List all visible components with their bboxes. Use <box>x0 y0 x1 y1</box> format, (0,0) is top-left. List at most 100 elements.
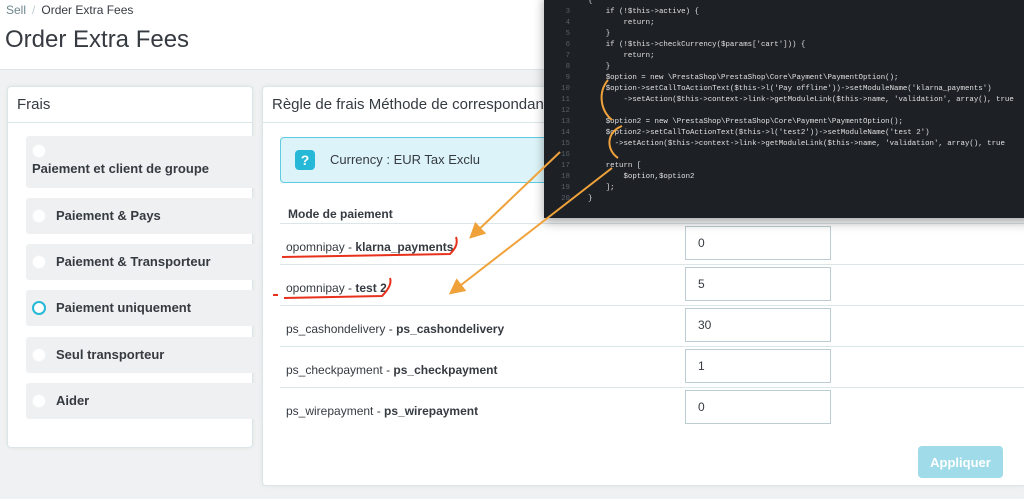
code-line: 17 return [ <box>544 161 1024 172</box>
help-icon: ? <box>295 150 315 170</box>
label-separator: - <box>373 404 385 418</box>
code-line: 9 $option = new \PrestaShop\PrestaShop\C… <box>544 73 1024 84</box>
fee-option-label: Paiement & Transporteur <box>56 254 211 269</box>
code-text: ->setAction($this->context->link->getMod… <box>588 96 1014 104</box>
fee-option-payment-group[interactable]: Paiement et client de groupe <box>26 136 264 188</box>
code-line: 14 $option2->setCallToActionText($this->… <box>544 128 1024 139</box>
fee-option-label: Aider <box>56 393 90 408</box>
table-row: opomnipay - klarna_payments <box>280 223 1024 270</box>
code-text: ->setAction($this->context->link->getMod… <box>588 140 1005 148</box>
code-text: $option2 = new \PrestaShop\PrestaShop\Co… <box>588 118 903 126</box>
payment-module-name: opomnipay <box>286 281 345 295</box>
code-line: 19 ]; <box>544 183 1024 194</box>
fee-option-payment-carrier[interactable]: Paiement & Transporteur <box>26 244 264 280</box>
breadcrumb-sell-link[interactable]: Sell <box>6 3 26 17</box>
label-separator: - <box>344 281 356 295</box>
fee-amount-input[interactable] <box>685 390 831 424</box>
code-line: 16 <box>544 150 1024 161</box>
code-text: $option = new \PrestaShop\PrestaShop\Cor… <box>588 74 899 82</box>
line-number: 8 <box>565 63 570 71</box>
label-separator: - <box>385 322 397 336</box>
fee-amount-input[interactable] <box>685 226 831 260</box>
code-line: 10 $option->setCallToActionText($this->l… <box>544 84 1024 95</box>
apply-button[interactable]: Appliquer <box>918 446 1003 478</box>
code-line: 4 return; <box>544 18 1024 29</box>
code-line: 18 $option,$option2 <box>544 172 1024 183</box>
line-number: 9 <box>565 74 570 82</box>
radio-selected-icon[interactable] <box>32 301 46 315</box>
table-row: ps_checkpayment - ps_checkpayment <box>280 346 1024 393</box>
line-number: 20 <box>561 195 570 203</box>
breadcrumb-current[interactable]: Order Extra Fees <box>41 3 133 17</box>
code-editor-overlay: { 3 if (!$this->active) { 4 return; 5 } … <box>544 0 1024 218</box>
fee-option-payment-country[interactable]: Paiement & Pays <box>26 198 264 234</box>
code-line: 13 $option2 = new \PrestaShop\PrestaShop… <box>544 117 1024 128</box>
radio-icon[interactable] <box>32 348 46 362</box>
fee-option-payment-only[interactable]: Paiement uniquement <box>26 290 264 326</box>
code-text: $option->setCallToActionText($this->l('P… <box>588 85 992 93</box>
radio-icon[interactable] <box>32 209 46 223</box>
code-line: 6 if (!$this->checkCurrency($params['car… <box>544 40 1024 51</box>
line-number: 15 <box>561 140 570 148</box>
code-line: 12 <box>544 106 1024 117</box>
code-text: return; <box>588 52 655 60</box>
radio-icon[interactable] <box>32 255 46 269</box>
payment-module-name: ps_checkpayment <box>286 363 383 377</box>
code-text: { <box>588 0 593 5</box>
fee-amount-input[interactable] <box>685 267 831 301</box>
breadcrumb: Sell / Order Extra Fees <box>6 3 133 17</box>
line-number: 6 <box>565 41 570 49</box>
fee-option-carrier-only[interactable]: Seul transporteur <box>26 337 264 373</box>
line-number: 17 <box>561 162 570 170</box>
payment-method-name: ps_cashondelivery <box>396 322 505 336</box>
fee-amount-input[interactable] <box>685 308 831 342</box>
payment-method-label: opomnipay - test 2 <box>286 281 387 295</box>
table-row: opomnipay - test 2 <box>280 264 1024 311</box>
code-line: 20} <box>544 194 1024 205</box>
fee-amount-input[interactable] <box>685 349 831 383</box>
line-number: 19 <box>561 184 570 192</box>
code-line: 8 } <box>544 62 1024 73</box>
fee-option-label: Paiement & Pays <box>56 208 161 223</box>
fee-option-label: Paiement uniquement <box>56 300 192 315</box>
payment-method-label: opomnipay - klarna_payments <box>286 240 453 254</box>
code-line: 11 ->setAction($this->context->link->get… <box>544 95 1024 106</box>
payment-method-label: ps_wirepayment - ps_wirepayment <box>286 404 478 418</box>
payment-method-name: ps_wirepayment <box>384 404 479 418</box>
code-text: return; <box>588 19 655 27</box>
table-row: ps_wirepayment - ps_wirepayment <box>280 387 1024 434</box>
code-text: if (!$this->active) { <box>588 8 699 16</box>
code-text: $option2->setCallToActionText($this->l('… <box>588 129 930 137</box>
line-number: 13 <box>561 118 570 126</box>
payment-method-label: ps_cashondelivery - ps_cashondelivery <box>286 322 504 336</box>
radio-icon[interactable] <box>32 394 46 408</box>
line-number: 10 <box>561 85 570 93</box>
label-separator: - <box>344 240 356 254</box>
code-text: } <box>588 63 611 71</box>
line-number: 3 <box>565 8 570 16</box>
line-number: 18 <box>561 173 570 181</box>
line-number: 14 <box>561 129 570 137</box>
fee-option-label: Paiement et client de groupe <box>32 161 209 176</box>
payment-module-name: ps_wirepayment <box>286 404 374 418</box>
line-number: 4 <box>565 19 570 27</box>
code-line: 7 return; <box>544 51 1024 62</box>
line-number: 11 <box>561 96 570 104</box>
payment-method-name: test 2 <box>355 281 387 295</box>
label-separator: - <box>382 363 394 377</box>
breadcrumb-separator: / <box>32 3 36 17</box>
code-text: return [ <box>588 162 642 170</box>
payment-method-name: ps_checkpayment <box>393 363 498 377</box>
code-line: 15 ->setAction($this->context->link->get… <box>544 139 1024 150</box>
fees-panel-title: Frais <box>8 87 252 123</box>
payment-mode-column-header: Mode de paiement <box>288 207 393 221</box>
line-number: 12 <box>561 107 570 115</box>
payment-module-name: ps_cashondelivery <box>286 322 386 336</box>
radio-icon[interactable] <box>32 144 46 158</box>
payment-module-name: opomnipay <box>286 240 345 254</box>
line-number: 5 <box>565 30 570 38</box>
code-line: 3 if (!$this->active) { <box>544 7 1024 18</box>
code-text: ]; <box>588 184 615 192</box>
code-text: } <box>588 30 611 38</box>
fee-option-help[interactable]: Aider <box>26 383 264 419</box>
